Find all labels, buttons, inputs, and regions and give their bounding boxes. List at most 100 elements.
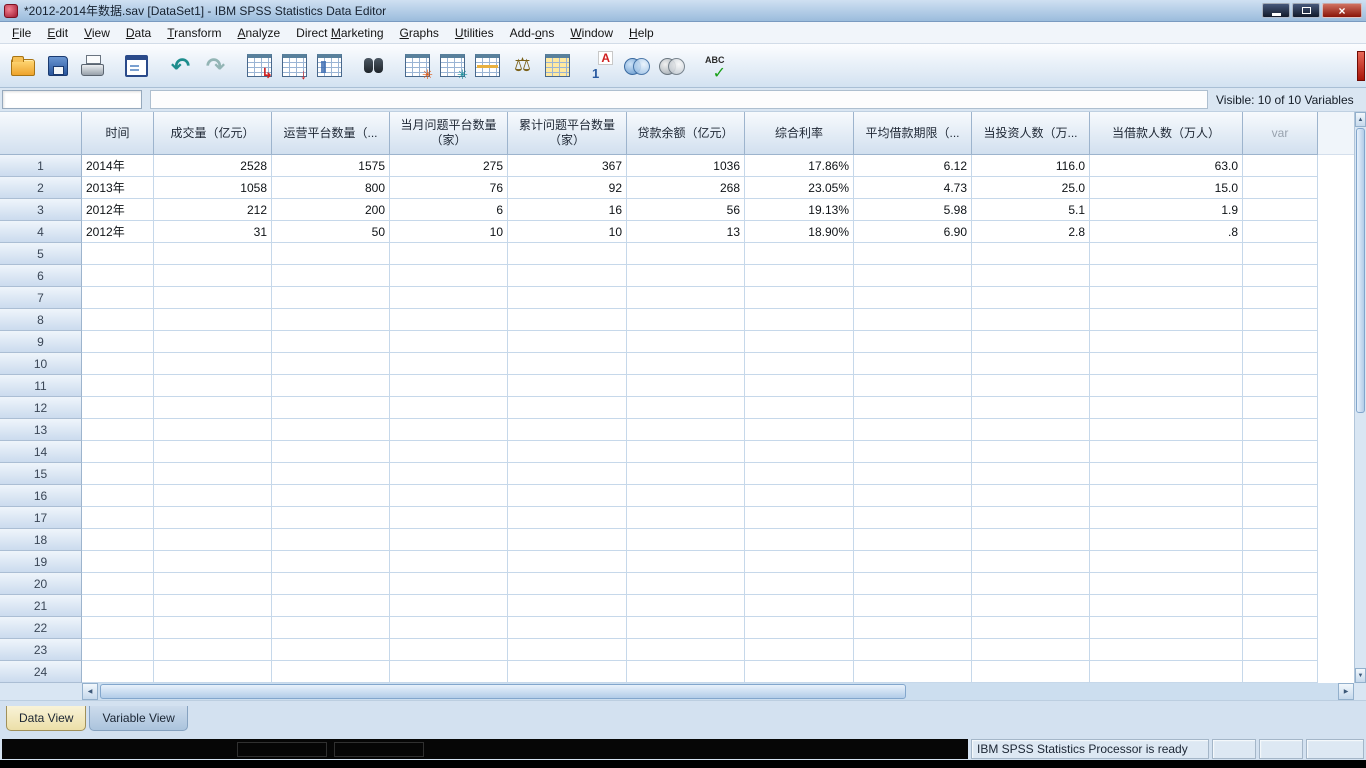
row-number-11[interactable]: 11 xyxy=(0,375,82,397)
cell-r7-c8[interactable] xyxy=(854,287,972,309)
cell-r5-c5[interactable] xyxy=(508,243,627,265)
cell-r8-c8[interactable] xyxy=(854,309,972,331)
cell-r22-c8[interactable] xyxy=(854,617,972,639)
cell-r24-c10[interactable] xyxy=(1090,661,1243,683)
cell-r18-c6[interactable] xyxy=(627,529,745,551)
cell-r2-c7[interactable]: 23.05% xyxy=(745,177,854,199)
cell-r24-c9[interactable] xyxy=(972,661,1090,683)
cell-r4-c7[interactable]: 18.90% xyxy=(745,221,854,243)
cell-r20-c3[interactable] xyxy=(272,573,390,595)
maximize-button[interactable] xyxy=(1292,3,1320,18)
row-number-9[interactable]: 9 xyxy=(0,331,82,353)
row-number-7[interactable]: 7 xyxy=(0,287,82,309)
cell-r11-c5[interactable] xyxy=(508,375,627,397)
cell-r7-c4[interactable] xyxy=(390,287,508,309)
cell-r16-c2[interactable] xyxy=(154,485,272,507)
cell-r14-c8[interactable] xyxy=(854,441,972,463)
cell-editor[interactable] xyxy=(150,90,1208,109)
cell-r3-c5[interactable]: 16 xyxy=(508,199,627,221)
cell-r15-c3[interactable] xyxy=(272,463,390,485)
cell-r5-c4[interactable] xyxy=(390,243,508,265)
cell-r12-c10[interactable] xyxy=(1090,397,1243,419)
column-header-5[interactable]: 累计问题平台数量（家） xyxy=(508,112,627,155)
cell-r13-c11[interactable] xyxy=(1243,419,1318,441)
cell-r21-c7[interactable] xyxy=(745,595,854,617)
cell-r11-c7[interactable] xyxy=(745,375,854,397)
cell-r4-c2[interactable]: 31 xyxy=(154,221,272,243)
cell-r5-c2[interactable] xyxy=(154,243,272,265)
scroll-right-icon[interactable]: ▶ xyxy=(1338,683,1354,700)
cell-r22-c10[interactable] xyxy=(1090,617,1243,639)
cell-r5-c10[interactable] xyxy=(1090,243,1243,265)
cell-r3-c6[interactable]: 56 xyxy=(627,199,745,221)
cell-r8-c6[interactable] xyxy=(627,309,745,331)
cell-r7-c10[interactable] xyxy=(1090,287,1243,309)
cell-reference-box[interactable] xyxy=(2,90,142,109)
cell-r4-c3[interactable]: 50 xyxy=(272,221,390,243)
cell-r17-c1[interactable] xyxy=(82,507,154,529)
open-data-icon[interactable] xyxy=(5,48,40,84)
cell-r18-c2[interactable] xyxy=(154,529,272,551)
row-number-5[interactable]: 5 xyxy=(0,243,82,265)
cell-r21-c10[interactable] xyxy=(1090,595,1243,617)
cell-r14-c7[interactable] xyxy=(745,441,854,463)
cell-r22-c3[interactable] xyxy=(272,617,390,639)
column-header-1[interactable]: 时间 xyxy=(82,112,154,155)
cell-r19-c11[interactable] xyxy=(1243,551,1318,573)
cell-r24-c6[interactable] xyxy=(627,661,745,683)
cell-r6-c11[interactable] xyxy=(1243,265,1318,287)
cell-r5-c8[interactable] xyxy=(854,243,972,265)
scroll-left-icon[interactable]: ◀ xyxy=(82,683,98,700)
column-header-11[interactable]: var xyxy=(1243,112,1318,155)
cell-r10-c10[interactable] xyxy=(1090,353,1243,375)
cell-r14-c4[interactable] xyxy=(390,441,508,463)
cell-r7-c11[interactable] xyxy=(1243,287,1318,309)
cell-r2-c6[interactable]: 268 xyxy=(627,177,745,199)
cell-r23-c5[interactable] xyxy=(508,639,627,661)
column-header-7[interactable]: 综合利率 xyxy=(745,112,854,155)
cell-r2-c1[interactable]: 2013年 xyxy=(82,177,154,199)
cell-r6-c7[interactable] xyxy=(745,265,854,287)
cell-r24-c8[interactable] xyxy=(854,661,972,683)
row-number-14[interactable]: 14 xyxy=(0,441,82,463)
cell-r8-c4[interactable] xyxy=(390,309,508,331)
redo-icon[interactable] xyxy=(198,48,233,84)
row-number-15[interactable]: 15 xyxy=(0,463,82,485)
tab-variable-view[interactable]: Variable View xyxy=(89,706,187,731)
cell-r13-c7[interactable] xyxy=(745,419,854,441)
cell-r7-c6[interactable] xyxy=(627,287,745,309)
cell-r10-c7[interactable] xyxy=(745,353,854,375)
cell-r24-c2[interactable] xyxy=(154,661,272,683)
cell-r2-c11[interactable] xyxy=(1243,177,1318,199)
cell-r7-c7[interactable] xyxy=(745,287,854,309)
cell-r24-c3[interactable] xyxy=(272,661,390,683)
cell-r9-c7[interactable] xyxy=(745,331,854,353)
cell-r11-c8[interactable] xyxy=(854,375,972,397)
menu-item-direct-marketing[interactable]: Direct Marketing xyxy=(288,23,391,43)
cell-r17-c5[interactable] xyxy=(508,507,627,529)
cell-r8-c1[interactable] xyxy=(82,309,154,331)
minimize-button[interactable] xyxy=(1262,3,1290,18)
cell-r21-c4[interactable] xyxy=(390,595,508,617)
cell-r23-c7[interactable] xyxy=(745,639,854,661)
cell-r14-c3[interactable] xyxy=(272,441,390,463)
cell-r2-c8[interactable]: 4.73 xyxy=(854,177,972,199)
cell-r1-c11[interactable] xyxy=(1243,155,1318,177)
column-header-6[interactable]: 贷款余额（亿元） xyxy=(627,112,745,155)
cell-r15-c8[interactable] xyxy=(854,463,972,485)
cell-r19-c9[interactable] xyxy=(972,551,1090,573)
cell-r23-c6[interactable] xyxy=(627,639,745,661)
cell-r6-c8[interactable] xyxy=(854,265,972,287)
cell-r7-c3[interactable] xyxy=(272,287,390,309)
column-header-4[interactable]: 当月问题平台数量（家） xyxy=(390,112,508,155)
vertical-scroll-thumb[interactable] xyxy=(1356,128,1365,413)
cell-r23-c4[interactable] xyxy=(390,639,508,661)
cell-r17-c11[interactable] xyxy=(1243,507,1318,529)
column-header-2[interactable]: 成交量（亿元） xyxy=(154,112,272,155)
cell-r14-c2[interactable] xyxy=(154,441,272,463)
cell-r1-c5[interactable]: 367 xyxy=(508,155,627,177)
cell-r18-c8[interactable] xyxy=(854,529,972,551)
cell-r14-c11[interactable] xyxy=(1243,441,1318,463)
goto-case-icon[interactable] xyxy=(242,48,277,84)
cell-r12-c9[interactable] xyxy=(972,397,1090,419)
